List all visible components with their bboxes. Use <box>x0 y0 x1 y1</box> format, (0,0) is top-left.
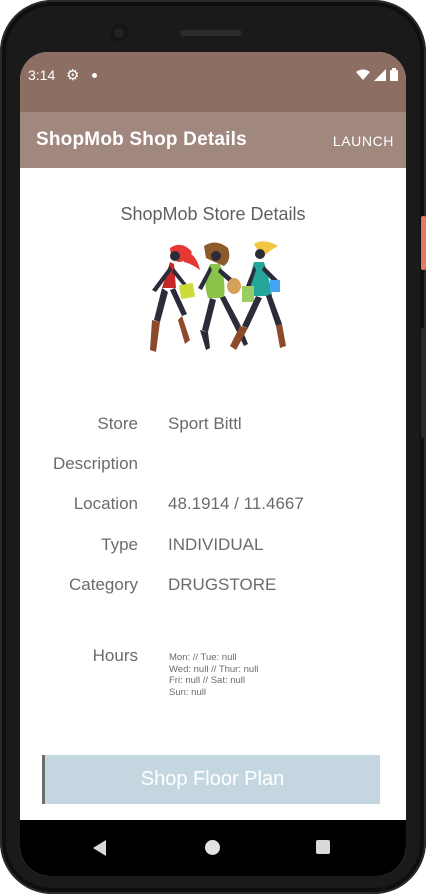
description-label: Description <box>52 454 138 473</box>
home-icon[interactable] <box>205 840 220 855</box>
type-value: INDIVIDUAL <box>168 535 264 554</box>
type-label: Type <box>101 535 138 554</box>
hours-line: Mon: // Tue: null <box>169 652 237 663</box>
hours-line: Wed: null // Thur: null <box>169 663 259 675</box>
category-label: Category <box>69 575 138 594</box>
launch-button[interactable]: LAUNCH <box>333 133 394 149</box>
hours-line: Fri: null // Sat: null <box>169 675 246 686</box>
hours-line: Sun: null <box>169 686 206 698</box>
power-button[interactable] <box>421 216 426 270</box>
location-label: Location <box>73 494 138 513</box>
shopper-figure-1 <box>150 244 200 352</box>
store-label: Store <box>97 414 138 433</box>
status-time: 3:14 <box>28 67 56 83</box>
wifi-icon <box>356 69 370 80</box>
shopper-figure-3 <box>230 241 286 350</box>
battery-icon <box>390 68 398 81</box>
status-bar: 3:14 ⚙ <box>20 52 406 112</box>
status-icons <box>356 68 398 81</box>
earpiece-speaker <box>180 30 242 36</box>
signal-icon <box>374 68 386 81</box>
navigation-bar <box>20 820 406 876</box>
category-value: DRUGSTORE <box>168 575 277 594</box>
notification-dot-icon <box>92 73 97 78</box>
gear-icon: ⚙ <box>66 67 80 84</box>
front-camera <box>110 24 128 42</box>
shop-floor-plan-button[interactable]: Shop Floor Plan <box>42 755 380 804</box>
location-value: 48.1914 / 11.4667 <box>168 494 304 513</box>
screen: 3:14 ⚙ ShopMob Shop Details LAUNCH ShopM… <box>20 52 406 876</box>
volume-button[interactable] <box>421 328 426 438</box>
back-icon[interactable] <box>93 840 106 856</box>
device-frame: 3:14 ⚙ ShopMob Shop Details LAUNCH ShopM… <box>0 0 426 894</box>
hours-label: Hours <box>92 646 138 665</box>
page-title: ShopMob Store Details <box>120 204 306 224</box>
app-bar-title: ShopMob Shop Details <box>36 129 247 150</box>
shoppers-illustration <box>150 241 286 352</box>
recents-icon[interactable] <box>316 840 330 854</box>
app-bar: ShopMob Shop Details LAUNCH <box>20 112 406 168</box>
store-value: Sport Bittl <box>168 414 242 433</box>
hours-value: Mon: // Tue: null Wed: null // Thur: nul… <box>169 652 258 698</box>
